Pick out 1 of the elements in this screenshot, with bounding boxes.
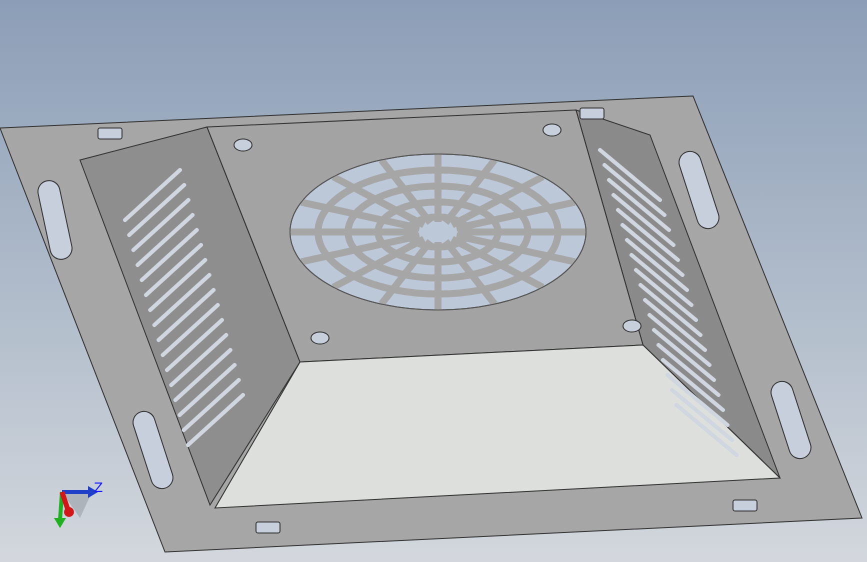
z-axis-label: Z	[94, 482, 103, 495]
